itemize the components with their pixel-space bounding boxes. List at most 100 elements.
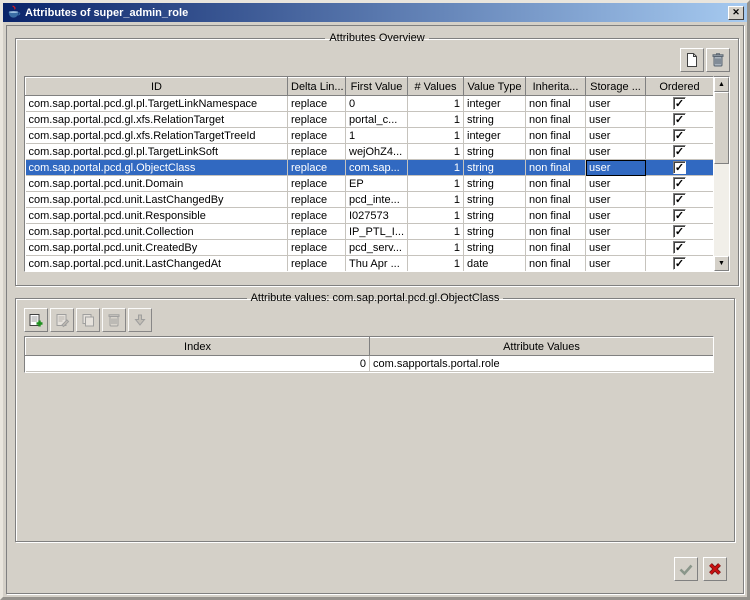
cell-value-type[interactable]: string [464, 144, 526, 160]
column-header[interactable]: Attribute Values [370, 338, 714, 356]
cell-storage[interactable]: user [586, 160, 646, 176]
cell-id[interactable]: com.sap.portal.pcd.unit.LastChangedBy [26, 192, 288, 208]
cell-value-type[interactable]: string [464, 192, 526, 208]
ordered-checkbox[interactable]: ✓ [673, 113, 686, 126]
copy-value-button[interactable] [76, 308, 100, 332]
cell-num-values[interactable]: 1 [408, 96, 464, 112]
cell-delta[interactable]: replace [288, 192, 346, 208]
ordered-checkbox[interactable]: ✓ [673, 193, 686, 206]
ordered-checkbox[interactable]: ✓ [673, 257, 686, 270]
cell-first-value[interactable]: I027573 [346, 208, 408, 224]
cell-id[interactable]: com.sap.portal.pcd.gl.ObjectClass [26, 160, 288, 176]
add-value-button[interactable] [24, 308, 48, 332]
cell-ordered[interactable]: ✓ [646, 112, 714, 128]
cell-num-values[interactable]: 1 [408, 176, 464, 192]
cell-delta[interactable]: replace [288, 128, 346, 144]
cell-delta[interactable]: replace [288, 176, 346, 192]
cell-num-values[interactable]: 1 [408, 128, 464, 144]
cell-value-type[interactable]: string [464, 208, 526, 224]
cell-num-values[interactable]: 1 [408, 208, 464, 224]
ok-button[interactable] [674, 557, 698, 581]
cell-delta[interactable]: replace [288, 240, 346, 256]
table-row[interactable]: com.sap.portal.pcd.unit.Responsiblerepla… [26, 208, 714, 224]
cell-delta[interactable]: replace [288, 208, 346, 224]
cell-first-value[interactable]: pcd_serv... [346, 240, 408, 256]
column-header[interactable]: ID [26, 78, 288, 96]
cell-value-type[interactable]: string [464, 176, 526, 192]
cell-first-value[interactable]: Thu Apr ... [346, 256, 408, 272]
scrollbar-thumb[interactable] [714, 92, 729, 164]
column-header[interactable]: Inherita... [526, 78, 586, 96]
cell-storage[interactable]: user [586, 96, 646, 112]
scrollbar-track[interactable] [714, 92, 729, 256]
ordered-checkbox[interactable]: ✓ [673, 241, 686, 254]
cell-id[interactable]: com.sap.portal.pcd.gl.xfs.RelationTarget… [26, 128, 288, 144]
table-row[interactable]: com.sap.portal.pcd.gl.pl.TargetLinkNames… [26, 96, 714, 112]
cell-inheritance[interactable]: non final [526, 240, 586, 256]
table-row[interactable]: com.sap.portal.pcd.gl.xfs.RelationTarget… [26, 112, 714, 128]
cell-storage[interactable]: user [586, 240, 646, 256]
table-row[interactable]: com.sap.portal.pcd.gl.xfs.RelationTarget… [26, 128, 714, 144]
column-header[interactable]: First Value [346, 78, 408, 96]
ordered-checkbox[interactable]: ✓ [673, 145, 686, 158]
cell-num-values[interactable]: 1 [408, 256, 464, 272]
vertical-scrollbar[interactable]: ▲ ▼ [714, 76, 730, 272]
cell-value-type[interactable]: string [464, 224, 526, 240]
cell-first-value[interactable]: 1 [346, 128, 408, 144]
ordered-checkbox[interactable]: ✓ [673, 129, 686, 142]
cell-index[interactable]: 0 [26, 356, 370, 372]
cell-delta[interactable]: replace [288, 224, 346, 240]
cell-id[interactable]: com.sap.portal.pcd.unit.Collection [26, 224, 288, 240]
table-row[interactable]: com.sap.portal.pcd.unit.DomainreplaceEP1… [26, 176, 714, 192]
table-row[interactable]: com.sap.portal.pcd.unit.CreatedByreplace… [26, 240, 714, 256]
cell-storage[interactable]: user [586, 208, 646, 224]
cell-inheritance[interactable]: non final [526, 176, 586, 192]
cell-num-values[interactable]: 1 [408, 192, 464, 208]
cell-value-type[interactable]: integer [464, 96, 526, 112]
cell-storage[interactable]: user [586, 128, 646, 144]
column-header[interactable]: # Values [408, 78, 464, 96]
cell-first-value[interactable]: portal_c... [346, 112, 408, 128]
cell-storage[interactable]: user [586, 256, 646, 272]
table-row[interactable]: com.sap.portal.pcd.unit.Collectionreplac… [26, 224, 714, 240]
cell-ordered[interactable]: ✓ [646, 192, 714, 208]
cell-ordered[interactable]: ✓ [646, 144, 714, 160]
edit-value-button[interactable] [50, 308, 74, 332]
scroll-down-button[interactable]: ▼ [714, 256, 729, 271]
cell-storage[interactable]: user [586, 192, 646, 208]
column-header[interactable]: Storage ... [586, 78, 646, 96]
cell-ordered[interactable]: ✓ [646, 96, 714, 112]
cell-delta[interactable]: replace [288, 160, 346, 176]
column-header[interactable]: Delta Lin... [288, 78, 346, 96]
ordered-checkbox[interactable]: ✓ [673, 225, 686, 238]
delete-value-button[interactable] [102, 308, 126, 332]
cell-ordered[interactable]: ✓ [646, 224, 714, 240]
cell-id[interactable]: com.sap.portal.pcd.gl.xfs.RelationTarget [26, 112, 288, 128]
cell-id[interactable]: com.sap.portal.pcd.unit.Responsible [26, 208, 288, 224]
cell-inheritance[interactable]: non final [526, 160, 586, 176]
move-down-button[interactable] [128, 308, 152, 332]
ordered-checkbox[interactable]: ✓ [673, 161, 686, 174]
cell-delta[interactable]: replace [288, 144, 346, 160]
ordered-checkbox[interactable]: ✓ [673, 209, 686, 222]
column-header[interactable]: Value Type [464, 78, 526, 96]
cell-inheritance[interactable]: non final [526, 256, 586, 272]
cell-num-values[interactable]: 1 [408, 160, 464, 176]
ordered-checkbox[interactable]: ✓ [673, 177, 686, 190]
cell-first-value[interactable]: EP [346, 176, 408, 192]
cell-storage[interactable]: user [586, 112, 646, 128]
cell-ordered[interactable]: ✓ [646, 176, 714, 192]
cell-ordered[interactable]: ✓ [646, 256, 714, 272]
table-row[interactable]: com.sap.portal.pcd.gl.pl.TargetLinkSoftr… [26, 144, 714, 160]
cell-id[interactable]: com.sap.portal.pcd.unit.LastChangedAt [26, 256, 288, 272]
cell-first-value[interactable]: com.sap... [346, 160, 408, 176]
cell-delta[interactable]: replace [288, 96, 346, 112]
table-row[interactable]: com.sap.portal.pcd.unit.LastChangedAtrep… [26, 256, 714, 272]
cell-ordered[interactable]: ✓ [646, 208, 714, 224]
cell-first-value[interactable]: 0 [346, 96, 408, 112]
cell-inheritance[interactable]: non final [526, 144, 586, 160]
cell-inheritance[interactable]: non final [526, 96, 586, 112]
cell-first-value[interactable]: pcd_inte... [346, 192, 408, 208]
cell-num-values[interactable]: 1 [408, 144, 464, 160]
cancel-button[interactable] [703, 557, 727, 581]
